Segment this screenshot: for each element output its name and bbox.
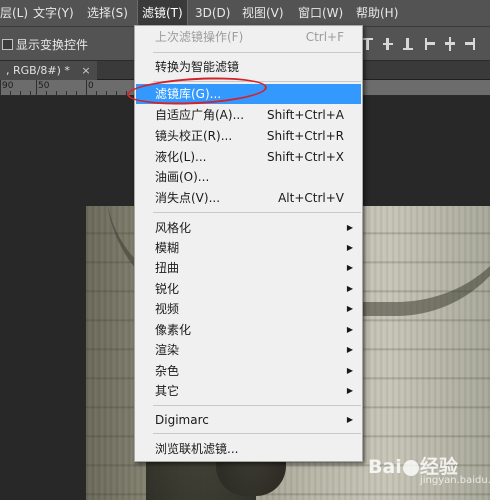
align-left-icon[interactable]: [424, 36, 436, 52]
menu-item-digimarc[interactable]: Digimarc ▶: [136, 410, 361, 430]
align-right-icon[interactable]: [464, 36, 476, 52]
align-buttons: [362, 36, 490, 54]
menu-item-video[interactable]: 视频 ▶: [136, 299, 361, 319]
align-hcenter-icon[interactable]: [444, 36, 456, 52]
chevron-right-icon: ▶: [346, 243, 353, 252]
menu-separator: [153, 405, 361, 406]
menu-item-stylize[interactable]: 风格化 ▶: [136, 218, 361, 238]
align-vcenter-icon[interactable]: [382, 36, 394, 52]
menu-item-browse-filters-online[interactable]: 浏览联机滤镜...: [136, 439, 361, 459]
chevron-right-icon: ▶: [346, 415, 353, 424]
chevron-right-icon: ▶: [346, 325, 353, 334]
menu-item-render[interactable]: 渲染 ▶: [136, 340, 361, 360]
menu-item-blur[interactable]: 模糊 ▶: [136, 238, 361, 258]
ruler-tick: [86, 80, 87, 96]
menu-filter[interactable]: 滤镜(T): [137, 0, 188, 27]
menu-item-vanishing-point[interactable]: 消失点(V)... Alt+Ctrl+V: [136, 188, 361, 208]
menu-item-filter-gallery[interactable]: 滤镜库(G)...: [136, 84, 361, 104]
chevron-right-icon: ▶: [346, 345, 353, 354]
align-top-icon[interactable]: [362, 36, 374, 52]
ruler-tick: [36, 80, 37, 96]
filter-menu-dropdown: 上次滤镜操作(F) Ctrl+F 转换为智能滤镜 滤镜库(G)... 自适应广角(…: [134, 25, 363, 462]
chevron-right-icon: ▶: [346, 366, 353, 375]
close-icon[interactable]: ×: [81, 64, 90, 77]
menu-separator: [153, 433, 361, 434]
ruler-label: 50: [38, 81, 50, 91]
watermark-brand: Bai: [368, 456, 402, 478]
menu-window[interactable]: 窗口(W): [298, 0, 343, 27]
menu-item-sharpen[interactable]: 锐化 ▶: [136, 279, 361, 299]
chevron-right-icon: ▶: [346, 386, 353, 395]
menu-separator: [153, 81, 361, 82]
menu-view[interactable]: 视图(V): [242, 0, 284, 27]
menu-3d[interactable]: 3D(D): [195, 0, 230, 27]
paw-icon: [402, 459, 419, 476]
menu-item-noise[interactable]: 杂色 ▶: [136, 361, 361, 381]
chevron-right-icon: ▶: [346, 263, 353, 272]
menu-item-other[interactable]: 其它 ▶: [136, 381, 361, 401]
chevron-right-icon: ▶: [346, 304, 353, 313]
align-bottom-icon[interactable]: [402, 36, 414, 52]
menu-item-distort[interactable]: 扭曲 ▶: [136, 258, 361, 278]
menu-item-oil-paint[interactable]: 油画(O)...: [136, 167, 361, 187]
show-transform-label: 显示变换控件: [16, 38, 89, 52]
watermark-url: jingyan.baidu.com: [420, 475, 490, 486]
show-transform-checkbox[interactable]: [2, 39, 13, 50]
document-tab[interactable]: , RGB/8#) * ×: [0, 61, 97, 80]
ruler-label: 0: [88, 81, 94, 91]
menu-item-convert-smart-filter[interactable]: 转换为智能滤镜: [136, 57, 361, 77]
document-tab-label: , RGB/8#) *: [6, 64, 70, 77]
menu-item-last-filter: 上次滤镜操作(F) Ctrl+F: [155, 30, 344, 44]
menu-item-lens-correction[interactable]: 镜头校正(R)... Shift+Ctrl+R: [136, 126, 361, 146]
ruler-tick: [0, 80, 1, 96]
menu-type[interactable]: 文字(Y): [33, 0, 74, 27]
menu-layer[interactable]: 层(L): [0, 0, 28, 27]
chevron-right-icon: ▶: [346, 284, 353, 293]
menu-item-liquify[interactable]: 液化(L)... Shift+Ctrl+X: [136, 147, 361, 167]
menu-select[interactable]: 选择(S): [87, 0, 128, 27]
menu-item-pixelate[interactable]: 像素化 ▶: [136, 320, 361, 340]
menu-item-adaptive-wide-angle[interactable]: 自适应广角(A)... Shift+Ctrl+A: [136, 105, 361, 125]
menu-help[interactable]: 帮助(H): [356, 0, 398, 27]
ruler-label: 90: [2, 81, 14, 91]
menu-separator: [153, 52, 361, 53]
menu-bar: 层(L) 文字(Y) 选择(S) 滤镜(T) 3D(D) 视图(V) 窗口(W)…: [0, 0, 490, 27]
menu-separator: [153, 212, 361, 213]
chevron-right-icon: ▶: [346, 223, 353, 232]
